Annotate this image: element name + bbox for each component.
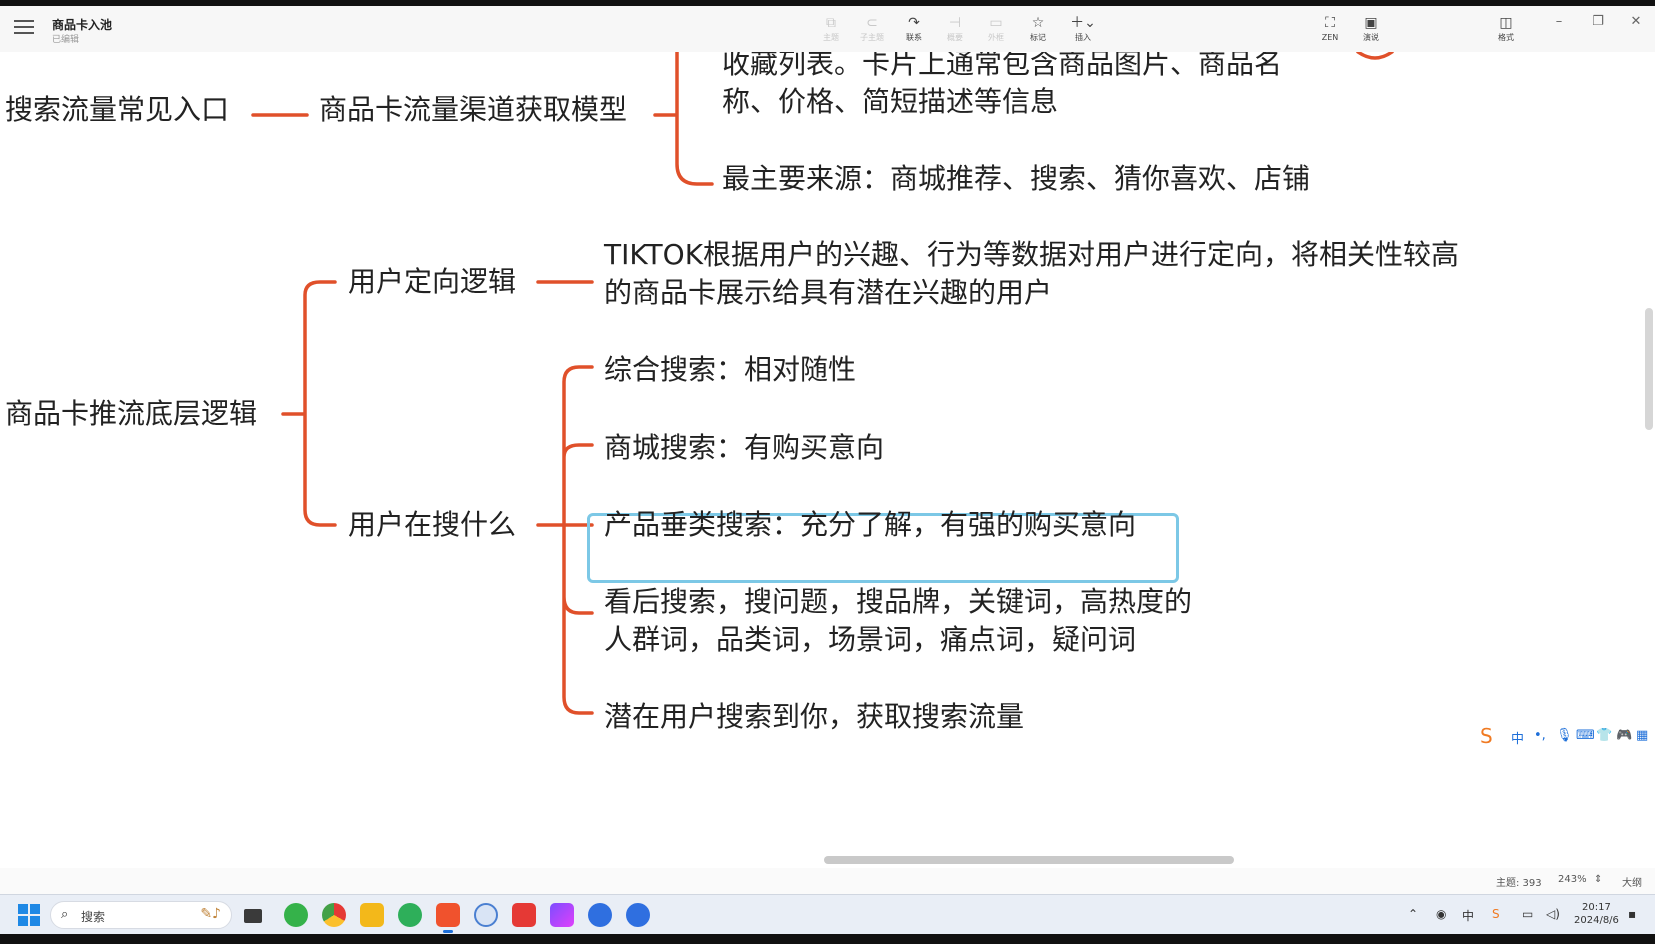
- subtopic-icon: ⧉: [826, 15, 836, 31]
- wps-icon[interactable]: [512, 903, 536, 927]
- chrome-icon[interactable]: [322, 903, 346, 927]
- toolbar-topic-button[interactable]: ⧉ 主题: [812, 14, 850, 50]
- clock-date: 2024/8/6: [1574, 915, 1619, 926]
- topic-main-sources[interactable]: 最主要来源：商城推荐、搜索、猜你喜欢、店铺: [722, 159, 1310, 199]
- taskbar-search[interactable]: ⌕ 搜索 ✎♪: [50, 901, 232, 929]
- toolbar-child-topic-button[interactable]: ⊂ 子主题: [853, 14, 891, 50]
- document-title: 商品卡入池: [52, 18, 113, 32]
- toolbar-marker-button[interactable]: ☆ 标记: [1019, 14, 1057, 50]
- clock-time: 20:17: [1582, 902, 1611, 913]
- ime-mic-icon[interactable]: 🎙: [1556, 728, 1573, 743]
- summary-icon: ⊣: [948, 15, 962, 31]
- mindmap-canvas[interactable]: 搜索流量常见入口 商品卡流量渠道获取模型 收藏列表。卡片上通常包含商品图片、商品…: [0, 52, 1655, 862]
- topic-user-targeting[interactable]: 用户定向逻辑: [348, 262, 516, 302]
- toolbar-insert-button[interactable]: ＋⌄ 插入: [1064, 14, 1102, 50]
- ime-game-icon[interactable]: 🎮: [1616, 728, 1632, 743]
- present-icon: ▣: [1364, 15, 1378, 31]
- xmind-icon[interactable]: [436, 903, 460, 933]
- topic-card-content-line2[interactable]: 称、价格、简短描述等信息: [722, 82, 1058, 122]
- topic-card-traffic-model[interactable]: 商品卡流量渠道获取模型: [319, 90, 627, 130]
- search-highlight-icon: ✎♪: [200, 906, 221, 922]
- wechat-icon[interactable]: [284, 903, 308, 927]
- format-panel-icon: ◫: [1499, 15, 1513, 31]
- toolbar-present-button[interactable]: ▣ 演说: [1352, 14, 1390, 50]
- toolbar-format-button[interactable]: ◫ 格式: [1487, 14, 1525, 50]
- connector-branch2: [536, 365, 594, 715]
- title-bar: 商品卡入池 已编辑 ⧉ 主题 ⊂ 子主题 ↷ 联系 ⊣ 概要 ▭ 外框 ☆ 标记 ＋⌄ 插入 …: [0, 6, 1655, 52]
- ime-apps-icon[interactable]: ▦: [1636, 728, 1648, 743]
- star-icon: ☆: [1031, 15, 1045, 31]
- relationship-icon: ↷: [908, 15, 920, 31]
- fullscreen-icon: ⛶: [1325, 15, 1335, 31]
- window-bottom-band: [0, 934, 1655, 944]
- app-window: 商品卡入池 已编辑 ⧉ 主题 ⊂ 子主题 ↷ 联系 ⊣ 概要 ▭ 外框 ☆ 标记 ＋⌄ 插入 …: [0, 0, 1655, 944]
- plus-icon: ＋⌄: [1070, 15, 1096, 31]
- topic-mall-search[interactable]: 商城搜索：有购买意向: [604, 428, 884, 468]
- os-taskbar: ⌕ 搜索 ✎♪ ⌃ ◉ 中 S ▭ ◁) 20:17 2024/8/6 ▪: [0, 894, 1655, 934]
- restore-icon[interactable]: ❐: [1586, 14, 1610, 29]
- topic-card-push-logic[interactable]: 商品卡推流底层逻辑: [5, 394, 257, 434]
- tray-network-icon[interactable]: ▭: [1522, 907, 1533, 921]
- topic-tiktok-targeting-line2[interactable]: 的商品卡展示给具有潜在兴趣的用户: [604, 273, 1052, 313]
- connector-top-child: [653, 52, 714, 186]
- tray-mic-icon[interactable]: ◉: [1436, 907, 1446, 921]
- ime-punctuation-icon[interactable]: •,: [1534, 728, 1546, 743]
- horizontal-scrollbar[interactable]: [824, 856, 1234, 864]
- zoom-stepper-icon[interactable]: ⇕: [1594, 874, 1602, 885]
- topic-after-view-search-line2[interactable]: 人群词，品类词，场景词，痛点词，疑问词: [604, 620, 1136, 660]
- ime-language[interactable]: 中: [1511, 728, 1524, 747]
- topic-what-users-search[interactable]: 用户在搜什么: [348, 505, 516, 545]
- tray-ime-icon[interactable]: 中: [1462, 907, 1474, 924]
- topic-card-content-line1[interactable]: 收藏列表。卡片上通常包含商品图片、商品名: [722, 52, 1282, 84]
- status-bar: 主题: 393 243% ⇕ 大纲: [0, 868, 1655, 894]
- child-topic-icon: ⊂: [866, 15, 878, 31]
- ime-toolbar[interactable]: S 中 •, 🎙 ⌨ 👕 🎮 ▦: [1478, 722, 1653, 752]
- minimize-icon[interactable]: –: [1547, 14, 1571, 29]
- tray-volume-icon[interactable]: ◁): [1546, 907, 1560, 921]
- topic-after-view-search-line1[interactable]: 看后搜索，搜问题，搜品牌，关键词，高热度的: [604, 582, 1192, 622]
- toolbar-summary-button[interactable]: ⊣ 概要: [936, 14, 974, 50]
- task-view-icon[interactable]: [244, 909, 262, 923]
- notification-icon[interactable]: ▪: [1628, 907, 1636, 921]
- blue-app-2-icon[interactable]: [626, 903, 650, 927]
- windows-start-icon[interactable]: [18, 904, 40, 926]
- topic-potential-users[interactable]: 潜在用户搜索到你，获取搜索流量: [604, 697, 1024, 737]
- file-explorer-icon[interactable]: [360, 903, 384, 927]
- topic-count: 主题: 393: [1496, 878, 1542, 889]
- purple-app-icon[interactable]: [550, 903, 574, 927]
- document-status: 已编辑: [52, 35, 80, 45]
- toolbar-zen-button[interactable]: ⛶ ZEN: [1311, 14, 1349, 50]
- app-circles-icon[interactable]: [474, 903, 498, 927]
- close-icon[interactable]: ✕: [1624, 14, 1648, 29]
- ime-keyboard-icon[interactable]: ⌨: [1576, 728, 1595, 743]
- sogou-logo-icon: S: [1480, 724, 1493, 748]
- connector-main-root: [281, 280, 337, 527]
- outline-toggle[interactable]: 大纲: [1622, 874, 1642, 889]
- toolbar-relationship-button[interactable]: ↷ 联系: [895, 14, 933, 50]
- vertical-scrollbar[interactable]: [1645, 308, 1653, 430]
- topic-vertical-search[interactable]: 产品垂类搜索：充分了解，有强的购买意向: [604, 505, 1136, 545]
- boundary-icon: ▭: [989, 15, 1003, 31]
- ime-skin-icon[interactable]: 👕: [1596, 728, 1612, 743]
- search-icon: ⌕: [61, 907, 69, 922]
- taskbar-search-label: 搜索: [81, 910, 106, 924]
- topic-general-search[interactable]: 综合搜索：相对随性: [604, 350, 856, 390]
- hamburger-menu-icon[interactable]: [14, 20, 34, 38]
- topic-search-traffic-entry[interactable]: 搜索流量常见入口: [5, 90, 229, 130]
- edge-icon[interactable]: [398, 903, 422, 927]
- zoom-level[interactable]: 243%: [1558, 874, 1587, 885]
- toolbar-boundary-button[interactable]: ▭ 外框: [977, 14, 1015, 50]
- blue-app-icon[interactable]: [588, 903, 612, 927]
- taskbar-clock[interactable]: 20:17 2024/8/6: [1574, 901, 1619, 927]
- tray-sogou-icon[interactable]: S: [1492, 907, 1500, 921]
- connector-clipped-node: [1356, 52, 1394, 60]
- topic-tiktok-targeting-line1[interactable]: TIKTOK根据用户的兴趣、行为等数据对用户进行定向，将相关性较高: [604, 235, 1459, 275]
- tray-chevron-icon[interactable]: ⌃: [1408, 907, 1418, 921]
